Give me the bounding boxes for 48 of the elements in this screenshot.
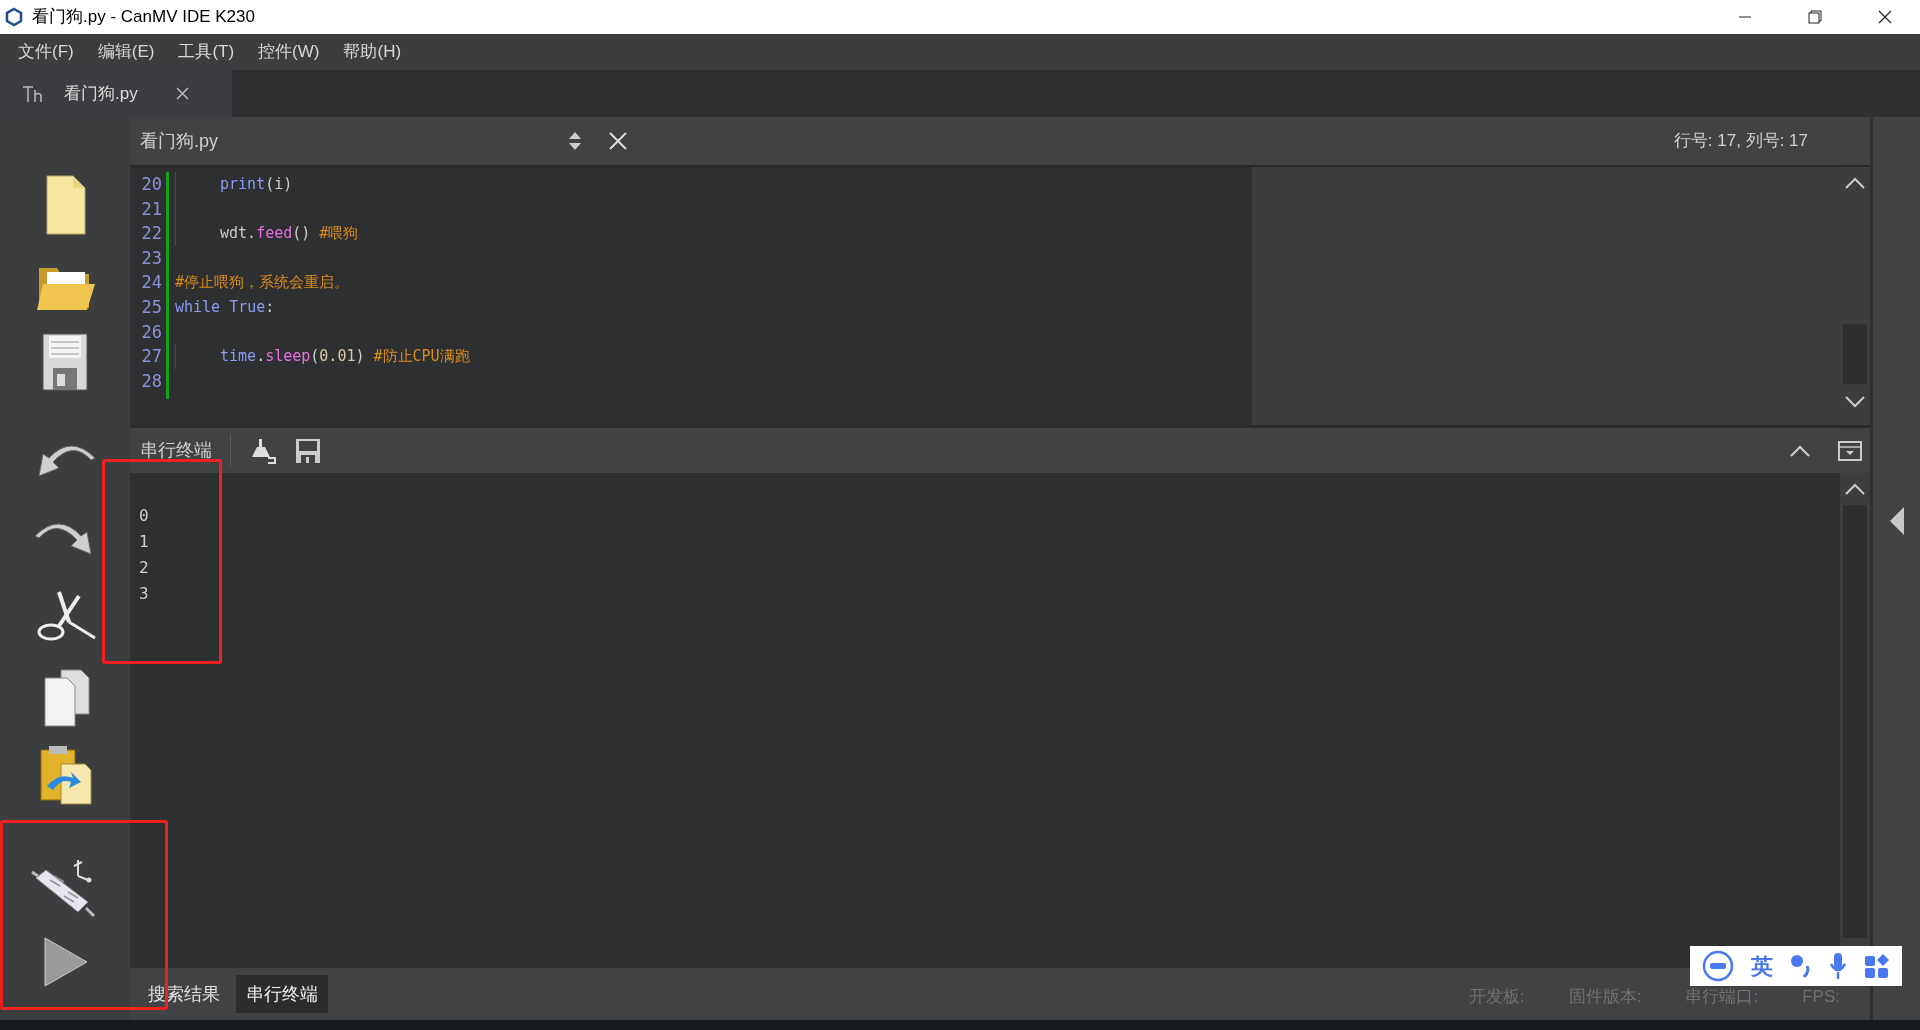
code-line: time.sleep(0.01) #防止CPU满跑: [220, 346, 470, 368]
run-icon[interactable]: [41, 936, 89, 988]
scroll-down-icon[interactable]: [1845, 396, 1865, 408]
menu-item[interactable]: 控件(W): [248, 39, 330, 65]
line-number: 27: [141, 345, 162, 369]
line-number: 26: [141, 320, 162, 344]
line-number: 23: [141, 246, 162, 270]
scroll-up-icon[interactable]: [1845, 483, 1865, 495]
ifly-logo-icon[interactable]: [1702, 950, 1735, 982]
code-line: wdt.feed() #喂狗: [220, 223, 359, 245]
scroll-up-icon[interactable]: [1845, 177, 1865, 189]
collapse-up-icon[interactable]: [1790, 444, 1810, 457]
sort-arrows-icon[interactable]: [568, 130, 582, 152]
line-number: 28: [141, 369, 162, 393]
microphone-icon[interactable]: [1828, 952, 1847, 980]
code-line: #停止喂狗，系统会重启。: [175, 272, 350, 294]
punctuation-icon[interactable]: [1790, 953, 1812, 979]
panel-tab[interactable]: 串行终端: [236, 975, 328, 1013]
hide-panel-icon[interactable]: [1838, 439, 1862, 462]
line-number: 24: [141, 271, 162, 295]
broom-icon[interactable]: [249, 437, 277, 464]
code-line: while True:: [175, 296, 275, 318]
apps-icon[interactable]: [1863, 953, 1890, 979]
close-icon[interactable]: [175, 87, 189, 100]
file-name[interactable]: 看门狗.py: [140, 127, 218, 155]
code-line: print(i): [220, 174, 293, 195]
menu-item[interactable]: 帮助(H): [333, 39, 412, 65]
cursor-position: 行号: 17, 列号: 17: [1673, 130, 1808, 153]
line-number: 21: [141, 197, 162, 221]
output-line: 3: [139, 583, 149, 605]
output-line: 0: [139, 505, 149, 527]
line-number: 20: [141, 173, 162, 196]
panel-tab[interactable]: 搜索结果: [138, 975, 230, 1013]
app-logo-icon: [4, 7, 24, 27]
line-number: 22: [141, 222, 162, 246]
expand-left-icon[interactable]: [1888, 506, 1905, 536]
panel-title: 串行终端: [140, 439, 212, 462]
menu-item[interactable]: 编辑(E): [87, 39, 165, 65]
language-toggle[interactable]: 英: [1751, 949, 1774, 983]
line-number: 25: [141, 295, 162, 319]
save-icon[interactable]: [295, 437, 321, 464]
menu-item[interactable]: 文件(F): [8, 39, 84, 65]
menu-item[interactable]: 工具(T): [168, 39, 245, 65]
text-format-icon[interactable]: [22, 83, 44, 104]
close-icon[interactable]: [608, 131, 628, 151]
output-line: 1: [139, 531, 149, 553]
window-title: 看门狗.py - CanMV IDE K230: [32, 6, 255, 29]
output-line: 2: [139, 557, 149, 579]
